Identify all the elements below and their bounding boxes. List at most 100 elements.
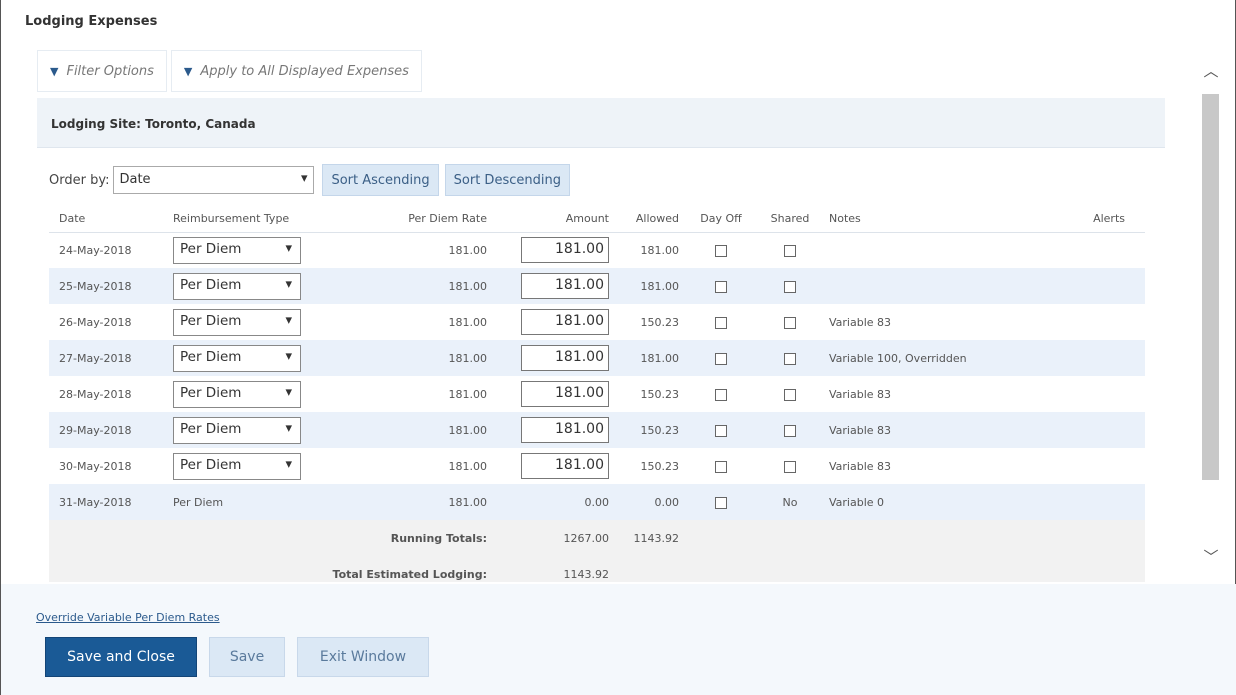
running-total-allowed: 1143.92 [617,520,685,556]
table-row: 26-May-2018 Per Diem ▾ 181.00 181.00 150.… [49,304,1145,340]
day-off-checkbox[interactable] [715,316,727,329]
reimbursement-type-select[interactable]: Per Diem ▾ [173,308,301,336]
row-date: 29-May-2018 [49,412,165,448]
chevron-up-icon[interactable]: ︿ [1201,60,1221,86]
reimbursement-type-select[interactable]: Per Diem ▾ [173,452,301,480]
col-amount[interactable]: Amount [491,206,617,233]
table-row: 28-May-2018 Per Diem ▾ 181.00 181.00 150.… [49,376,1145,412]
table-row: 30-May-2018 Per Diem ▾ 181.00 181.00 150.… [49,448,1145,484]
reimbursement-type-select[interactable]: Per Diem ▾ [173,416,301,444]
running-totals-label: Running Totals: [305,520,491,556]
reimbursement-type-value: Per Diem [180,348,242,365]
row-notes [823,232,1023,268]
chevron-down-icon: ▾ [285,384,292,400]
page-title: Lodging Expenses [25,14,158,29]
expenses-table: Date Reimbursement Type Per Diem Rate Am… [49,206,1145,582]
amount-input[interactable]: 181.00 [521,345,609,371]
chevron-down-icon: ▾ [285,312,292,328]
row-rate: 181.00 [305,268,491,304]
amount-input[interactable]: 181.00 [521,417,609,443]
day-off-checkbox[interactable] [715,460,727,473]
order-by-label: Order by: [49,172,110,188]
row-date: 26-May-2018 [59,315,132,329]
chevron-down-icon[interactable]: ﹀ [1201,546,1221,572]
filter-options-toggle[interactable]: ▼ Filter Options [37,50,167,92]
day-off-checkbox[interactable] [715,352,727,365]
reimbursement-type-select[interactable]: Per Diem ▾ [173,380,301,408]
reimbursement-type-value: Per Diem [180,420,242,437]
toolbar: ▼ Filter Options ▼ Apply to All Displaye… [37,50,426,92]
col-day-off[interactable]: Day Off [685,206,757,233]
chevron-down-icon: ▾ [285,276,292,292]
col-rate[interactable]: Per Diem Rate [305,206,491,233]
table-row: 27-May-2018 Per Diem ▾ 181.00 181.00 181.… [49,340,1145,376]
col-shared[interactable]: Shared [757,206,823,233]
row-notes: Variable 83 [823,412,1023,448]
row-alerts [1023,412,1145,448]
order-by-value: Date [119,172,151,187]
shared-checkbox[interactable] [784,460,796,473]
day-off-checkbox[interactable] [715,388,727,401]
day-off-checkbox[interactable] [715,496,727,509]
shared-checkbox[interactable] [784,280,796,293]
row-allowed: 181.00 [617,268,685,304]
reimbursement-type-select[interactable]: Per Diem ▾ [173,344,301,372]
col-date[interactable]: Date [49,206,165,233]
row-amount: 0.00 [491,484,617,520]
sort-ascending-button[interactable]: Sort Ascending [322,164,439,196]
sort-descending-button[interactable]: Sort Descending [444,164,570,196]
col-allowed[interactable]: Allowed [617,206,685,233]
chevron-down-icon: ▼ [50,64,59,78]
chevron-down-icon: ▼ [183,64,193,78]
save-and-close-button[interactable]: Save and Close [45,637,197,677]
row-notes: Variable 100, Overridden [823,340,1023,376]
amount-input[interactable]: 181.00 [521,309,609,335]
override-rates-link[interactable]: Override Variable Per Diem Rates [36,611,220,624]
lodging-site-title: Lodging Site: Toronto, Canada [51,117,256,131]
day-off-checkbox[interactable] [715,424,727,437]
save-button[interactable]: Save [209,637,285,677]
shared-checkbox[interactable] [784,388,796,401]
row-notes: Variable 83 [829,315,892,329]
row-date: 30-May-2018 [59,459,132,473]
reimbursement-type-select[interactable]: Per Diem ▾ [173,272,301,300]
amount-input[interactable]: 181.00 [521,453,609,479]
row-rate: 181.00 [305,484,491,520]
row-allowed: 0.00 [617,484,685,520]
estimated-lodging-amount: 1143.92 [491,556,617,582]
shared-checkbox[interactable] [784,316,796,329]
row-notes [823,268,1023,304]
col-notes[interactable]: Notes [823,206,1023,233]
amount-input[interactable]: 181.00 [521,237,609,264]
shared-checkbox[interactable] [784,244,796,257]
day-off-checkbox[interactable] [715,280,727,293]
col-alerts[interactable]: Alerts [1023,206,1145,233]
row-alerts [1023,484,1145,520]
amount-input[interactable]: 181.00 [521,381,609,407]
apply-all-toggle[interactable]: ▼ Apply to All Displayed Expenses [170,50,422,92]
shared-checkbox[interactable] [784,352,796,365]
table-row: 29-May-2018 Per Diem ▾ 181.00 181.00 150.… [49,412,1145,448]
estimated-lodging-row: Total Estimated Lodging: 1143.92 [49,556,1145,582]
scrollbar-thumb[interactable] [1202,94,1219,480]
row-date: 25-May-2018 [49,268,165,304]
row-alerts [1023,268,1145,304]
row-shared: No [757,484,823,520]
row-allowed: 150.23 [640,459,680,473]
amount-input[interactable]: 181.00 [521,273,609,299]
exit-window-button[interactable]: Exit Window [297,637,429,677]
row-alerts [1023,448,1145,484]
vertical-scrollbar[interactable]: ︿ ﹀ [1201,60,1221,580]
row-date: 27-May-2018 [49,340,165,376]
row-notes: Variable 83 [829,459,892,473]
reimbursement-type-text: Per Diem [165,484,305,520]
shared-checkbox[interactable] [784,424,796,437]
reimbursement-type-value: Per Diem [180,456,242,473]
col-type[interactable]: Reimbursement Type [165,206,305,233]
order-by-select[interactable]: Date ▾ [113,166,315,194]
reimbursement-type-value: Per Diem [180,384,242,401]
reimbursement-type-select[interactable]: Per Diem ▾ [173,236,301,264]
day-off-checkbox[interactable] [715,244,727,257]
table-row: 31-May-2018 Per Diem 181.00 0.00 0.00 No… [49,484,1145,520]
table-header-row: Date Reimbursement Type Per Diem Rate Am… [49,206,1145,233]
